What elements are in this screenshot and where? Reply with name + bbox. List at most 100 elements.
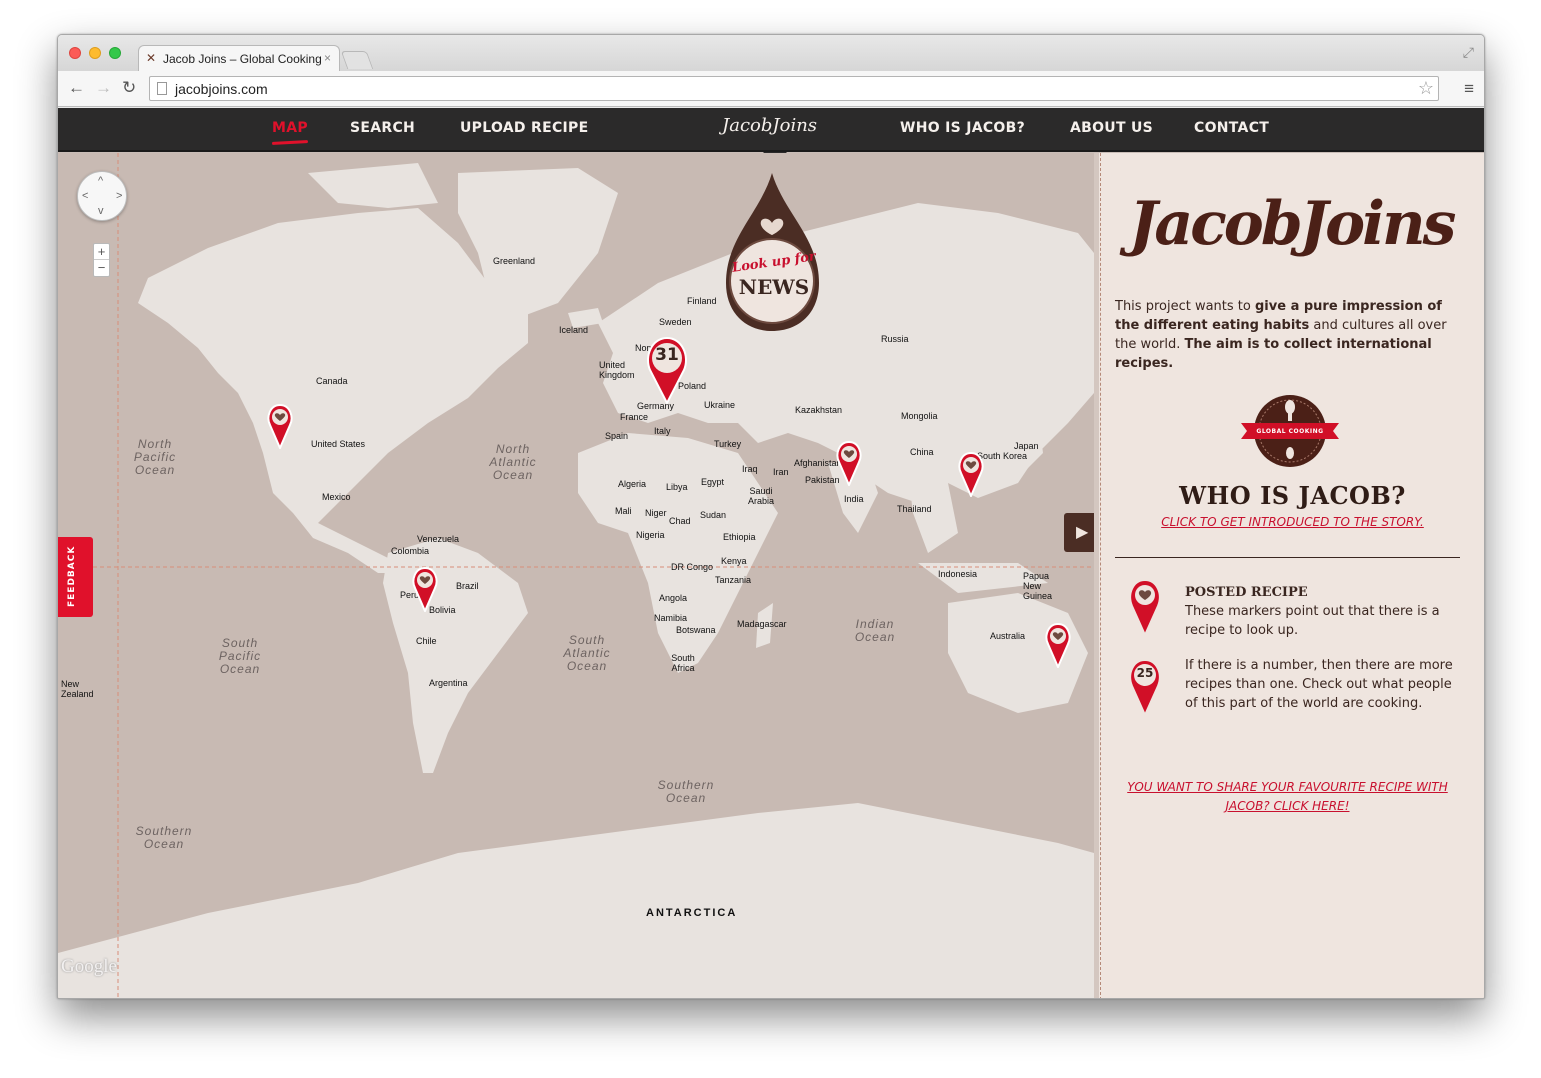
ocean-label: Southern Ocean [657,778,715,805]
nav-who-is-jacob[interactable]: WHO IS JACOB? [900,120,1025,136]
map-label: Saudi Arabia [747,486,774,506]
nav-upload-recipe[interactable]: UPLOAD RECIPE [460,120,588,136]
close-window-button[interactable] [69,47,81,59]
pan-up-icon[interactable]: ^ [98,175,103,187]
map-label: Kenya [721,556,747,566]
map-label: United States [311,439,366,449]
pan-down-icon[interactable]: v [98,205,104,217]
who-is-jacob-title: WHO IS JACOB? [1179,481,1406,510]
forward-arrow-icon[interactable]: → [95,79,112,97]
ocean-label: North Atlantic Ocean [489,442,537,482]
browser-window: ✕ Jacob Joins – Global Cooking × ⤢ ← → ↻… [57,34,1485,999]
browser-tab[interactable]: ✕ Jacob Joins – Global Cooking × [138,45,340,71]
nav-about-us[interactable]: ABOUT US [1070,120,1153,136]
nav-map[interactable]: MAP [272,120,308,136]
map-label: Ethiopia [723,532,756,542]
map-label: Spain [605,431,629,441]
page-icon [157,82,167,95]
divider [1115,557,1460,558]
map-label: Libya [666,482,688,492]
map-label: Niger [645,508,667,518]
map-label: India [844,494,864,504]
map-label: Kazakhstan [795,405,843,415]
antarctica-label: ANTARCTICA [646,907,738,919]
ocean-label: Indian Ocean [854,617,896,644]
nav-contact[interactable]: CONTACT [1194,120,1269,136]
new-tab-button[interactable] [340,51,374,69]
recipe-pin[interactable] [835,440,863,486]
map-label: France [620,412,649,422]
feedback-label: FEEDBACK [67,545,77,607]
recipe-pin[interactable] [1044,622,1072,668]
map-label: Colombia [391,546,430,556]
story-link[interactable]: CLICK TO GET INTRODUCED TO THE STORY. [1099,515,1484,529]
intro-part: This project wants to [1115,299,1255,314]
minimize-window-button[interactable] [89,47,101,59]
address-bar[interactable]: jacobjoins.com [149,76,1439,101]
tab-close-icon[interactable]: × [324,51,331,65]
top-navigation: MAP SEARCH UPLOAD RECIPE JacobJoins WHO … [58,108,1484,152]
map-label: Argentina [429,678,468,688]
nav-logo[interactable]: JacobJoins [722,115,817,136]
legend-posted-recipe: POSTED RECIPE These markers point out th… [1185,583,1465,640]
recipe-pin-icon [958,451,984,497]
back-arrow-icon[interactable]: ← [68,79,85,97]
zoom-window-button[interactable] [109,47,121,59]
map-label: Egypt [701,477,725,487]
recipe-pin[interactable] [957,451,985,497]
fork-knife-icon: ✕ [146,51,157,65]
tab-title: Jacob Joins – Global Cooking [163,52,322,66]
cluster-count: 31 [655,345,679,365]
google-logo[interactable]: Google [61,956,117,978]
website: MAP SEARCH UPLOAD RECIPE JacobJoins WHO … [58,108,1484,998]
news-title: NEWS [738,275,810,299]
zoom-in-button[interactable]: + [94,244,109,260]
map-label: Namibia [654,613,688,623]
recipe-pin-icon [1045,622,1071,668]
map-zoom-control: + − [93,243,110,277]
pan-right-icon[interactable]: > [116,190,122,202]
nav-search[interactable]: SEARCH [350,120,415,136]
map-label: Tanzania [715,575,752,585]
browser-menu-icon[interactable]: ≡ [1464,79,1474,99]
map-label: Ukraine [704,400,736,410]
map-label: Japan [1014,441,1039,451]
global-cooking-badge: GLOBAL COOKING [1241,393,1339,473]
pan-left-icon[interactable]: < [82,190,88,202]
map-label: Papua New Guinea [1023,571,1053,601]
map-label: Iraq [742,464,758,474]
map-label: New Zealand [61,679,94,699]
map-label: Chile [416,636,437,646]
map-label: China [910,447,934,457]
map-pan-control[interactable]: ^ < > v [77,171,127,221]
map-label: Iran [773,467,789,477]
url-text: jacobjoins.com [175,81,268,97]
legend-count: 25 [1136,666,1154,680]
map-label: Turkey [714,439,742,449]
map-label: Australia [990,631,1026,641]
share-recipe-link[interactable]: YOU WANT TO SHARE YOUR FAVOURITE RECIPE … [1115,778,1460,816]
recipe-pin[interactable] [266,403,294,449]
reload-icon[interactable]: ↻ [122,79,136,97]
recipe-cluster-pin[interactable]: 31 [644,336,690,404]
map-label: Sudan [700,510,727,520]
fullscreen-icon[interactable]: ⤢ [1463,44,1474,61]
map-label: Italy [654,426,671,436]
badge-label: GLOBAL COOKING [1256,428,1324,435]
bookmark-star-icon[interactable]: ☆ [1418,78,1434,99]
map-label: Nigeria [636,530,665,540]
recipe-pin[interactable] [411,566,439,612]
map-label: Thailand [897,504,932,514]
world-map[interactable]: ^ < > v + − Greenland Iceland Finland Sw… [58,153,1094,998]
legend-text: These markers point out that there is a … [1185,604,1440,638]
feedback-tab[interactable]: FEEDBACK [58,537,93,617]
browser-toolbar: ← → ↻ jacobjoins.com ☆ ≡ [58,71,1484,107]
map-label: Greenland [493,256,536,266]
map-label: Canada [316,376,348,386]
map-label: Algeria [618,479,647,489]
news-drop[interactable]: Look up for NEWS [724,173,824,333]
ocean-label: South Atlantic Ocean [563,633,611,673]
recipe-pin-icon [412,566,438,612]
map-label: Mali [615,506,632,516]
zoom-out-button[interactable]: − [94,260,109,276]
